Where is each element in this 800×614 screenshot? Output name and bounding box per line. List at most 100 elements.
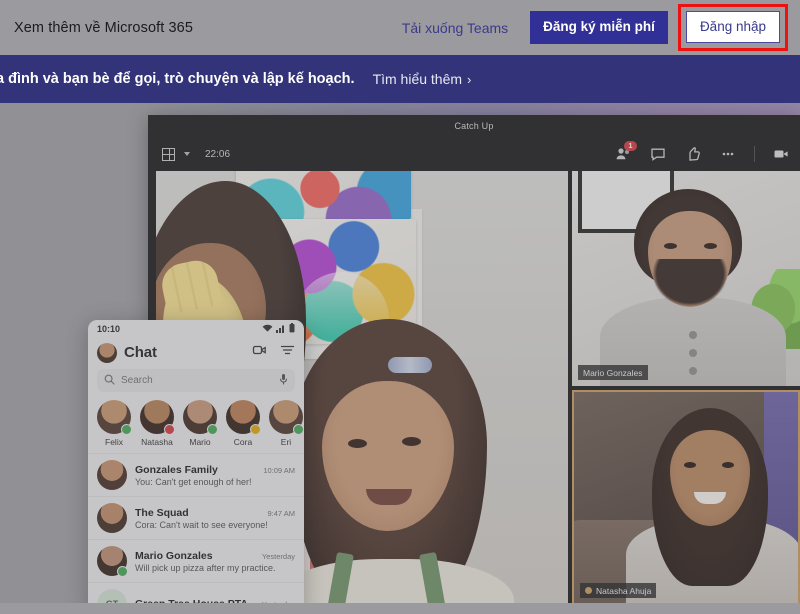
teams-toolbar: 22:06 1	[148, 137, 800, 171]
mobile-chat-overlay: 10:10 Chat Search Felix Natasha Mario Co…	[88, 320, 304, 614]
phone-status-icons	[262, 320, 295, 338]
list-item[interactable]: Gonzales Family 10:09 AM You: Can't get …	[88, 453, 304, 496]
nav-left-label: Xem thêm về Microsoft 365	[14, 19, 193, 36]
presence-available-icon	[293, 424, 304, 435]
download-teams-link[interactable]: Tải xuống Teams	[402, 20, 508, 36]
avatar	[183, 400, 218, 435]
learn-more-link[interactable]: Tìm hiểu thêm ›	[373, 71, 472, 87]
chat-title: Mario Gonzales	[135, 549, 213, 562]
speaking-indicator-icon	[585, 587, 592, 594]
participant-eye-left	[664, 243, 677, 249]
signup-free-button[interactable]: Đăng ký miễn phí	[530, 11, 668, 44]
page-root: Xem thêm về Microsoft 365 Tải xuống Team…	[0, 0, 800, 614]
search-input[interactable]: Search	[97, 369, 295, 392]
avatar	[226, 400, 261, 435]
shirt-button-2	[689, 349, 697, 357]
filter-icon[interactable]	[280, 343, 295, 362]
microphone-icon[interactable]	[279, 372, 288, 390]
grid-icon[interactable]	[162, 147, 175, 161]
contact-cora[interactable]: Cora	[226, 400, 261, 447]
contact-natasha[interactable]: Natasha	[140, 400, 175, 447]
promo-banner: a đình và bạn bè để gọi, trò chuyện và l…	[0, 55, 800, 103]
people-badge-count: 1	[624, 141, 637, 151]
people-icon[interactable]: 1	[614, 141, 637, 163]
contact-felix[interactable]: Felix	[97, 400, 132, 447]
list-item[interactable]: The Squad 9:47 AM Cora: Can't wait to se…	[88, 496, 304, 539]
learn-more-label: Tìm hiểu thêm	[372, 71, 463, 87]
toolbar-left-group: 22:06	[162, 147, 231, 161]
top-navigation-bar: Xem thêm về Microsoft 365 Tải xuống Team…	[0, 0, 800, 55]
list-item-body: Gonzales Family 10:09 AM You: Can't get …	[135, 464, 295, 487]
chat-title: The Squad	[135, 506, 189, 519]
meeting-clock: 22:06	[205, 148, 231, 160]
signin-highlight-box: Đăng nhập	[677, 3, 788, 52]
child-eye-left	[348, 439, 367, 448]
signal-icon	[276, 320, 286, 338]
tile-name-text: Natasha Ahuja	[596, 585, 652, 596]
signin-button[interactable]: Đăng nhập	[685, 10, 780, 44]
presence-available-icon	[117, 566, 128, 577]
promo-banner-text: a đình và bạn bè để gọi, trò chuyện và l…	[0, 71, 355, 87]
chat-timestamp: Yesterday	[261, 551, 295, 561]
video-camera-icon[interactable]	[252, 343, 267, 362]
chat-icon[interactable]	[649, 145, 667, 163]
presence-available-icon	[121, 424, 132, 435]
phone-status-bar: 10:10	[88, 320, 304, 337]
list-item-header: Mario Gonzales Yesterday	[135, 550, 295, 562]
camera-icon[interactable]	[772, 145, 790, 163]
chat-preview: You: Can't get enough of her!	[135, 476, 252, 487]
participant-eye-right	[704, 243, 717, 249]
teams-titlebar: Catch Up	[148, 115, 800, 137]
hero-section: Catch Up 22:06 1 Mario Gonzales Natasha …	[0, 103, 800, 614]
avatar	[97, 546, 128, 577]
contact-eri[interactable]: Eri	[269, 400, 304, 447]
list-item-header: The Squad 9:47 AM	[135, 507, 295, 519]
toolbar-right-group: 1	[614, 141, 790, 163]
presence-away-icon	[250, 424, 261, 435]
chat-title: Gonzales Family	[135, 463, 218, 476]
child-eye-right	[402, 437, 421, 446]
reactions-icon[interactable]	[684, 145, 702, 163]
hair-bow	[388, 357, 432, 373]
tile-name-label: Natasha Ahuja	[580, 583, 657, 598]
phone-header-actions	[252, 343, 295, 362]
toolbar-divider	[754, 146, 755, 162]
video-tile-active-speaker[interactable]: Natasha Ahuja	[572, 390, 800, 606]
chat-timestamp: 10:09 AM	[263, 465, 295, 475]
presence-available-icon	[207, 424, 218, 435]
shirt-button-1	[689, 331, 697, 339]
list-item-header: Gonzales Family 10:09 AM	[135, 464, 295, 476]
list-item-body: Mario Gonzales Yesterday Will pick up pi…	[135, 550, 295, 573]
contact-name: Cora	[233, 437, 253, 447]
participant-eye-right	[722, 462, 734, 468]
more-icon[interactable]	[719, 145, 737, 163]
chevron-right-icon: ›	[467, 71, 472, 87]
wifi-icon	[262, 320, 273, 338]
meeting-title: Catch Up	[454, 121, 494, 131]
search-placeholder: Search	[121, 375, 153, 386]
video-tile-mario[interactable]: Mario Gonzales	[572, 171, 800, 386]
search-icon	[104, 372, 115, 390]
chat-timestamp: 9:47 AM	[267, 508, 295, 518]
phone-clock: 10:10	[97, 323, 121, 334]
chat-preview: Will pick up pizza after my practice.	[135, 562, 276, 573]
tile-name-label: Mario Gonzales	[578, 365, 648, 380]
contact-name: Natasha	[141, 437, 173, 447]
chevron-down-icon[interactable]	[184, 152, 190, 156]
battery-icon	[289, 320, 295, 338]
avatar	[140, 400, 175, 435]
contact-name: Felix	[105, 437, 123, 447]
participant-eye-left	[684, 462, 696, 468]
avatar	[97, 400, 132, 435]
hero-bottom-strip	[0, 603, 800, 614]
avatar[interactable]	[97, 342, 117, 363]
contact-mario[interactable]: Mario	[183, 400, 218, 447]
contact-name: Mario	[189, 437, 211, 447]
contact-name: Eri	[280, 437, 292, 447]
phone-header: Chat	[88, 337, 304, 368]
avatar	[269, 400, 304, 435]
list-item[interactable]: Mario Gonzales Yesterday Will pick up pi…	[88, 539, 304, 582]
chat-list: Gonzales Family 10:09 AM You: Can't get …	[88, 453, 304, 614]
shirt-button-3	[689, 367, 697, 375]
nav-actions: Tải xuống Teams Đăng ký miễn phí Đăng nh…	[402, 3, 788, 52]
